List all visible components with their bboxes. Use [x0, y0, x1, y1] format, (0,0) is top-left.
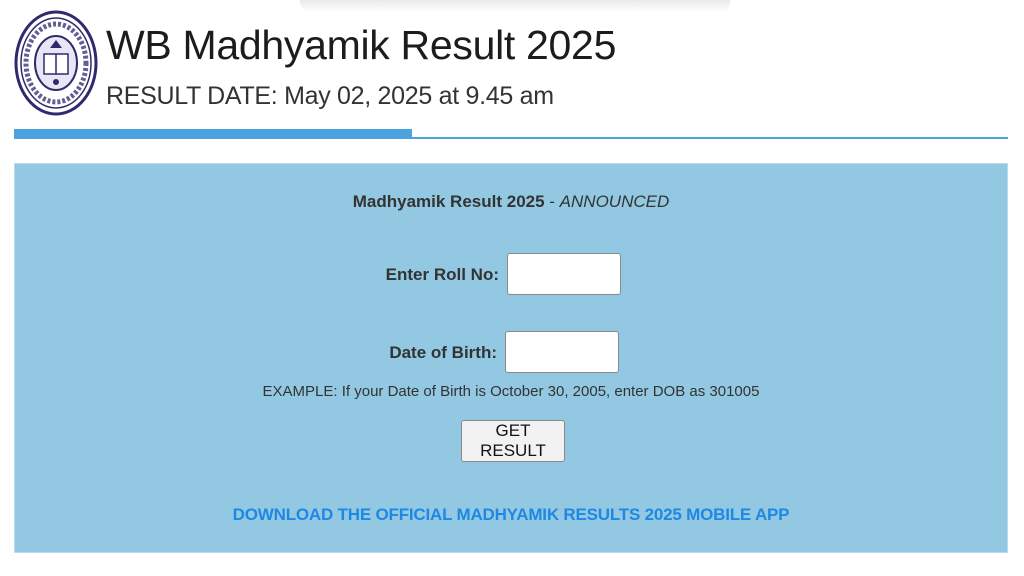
roll-number-label: Enter Roll No:: [385, 265, 499, 284]
dob-label: Date of Birth:: [389, 343, 497, 362]
download-app-link[interactable]: DOWNLOAD THE OFFICIAL MADHYAMIK RESULTS …: [15, 505, 1007, 525]
dob-input[interactable]: [505, 331, 619, 373]
page-title: WB Madhyamik Result 2025: [106, 22, 617, 68]
get-result-button[interactable]: GET RESULT: [461, 420, 565, 462]
roll-number-input[interactable]: [507, 253, 621, 295]
roll-number-row: Enter Roll No:: [15, 253, 1007, 297]
header-accent-bar: [14, 129, 412, 139]
form-heading-separator: -: [544, 192, 560, 211]
dob-row: Date of Birth:: [15, 331, 1007, 375]
wbbse-seal-logo-icon: [14, 10, 98, 116]
form-heading-status: ANNOUNCED: [559, 192, 670, 211]
form-heading: Madhyamik Result 2025 - ANNOUNCED: [15, 192, 1007, 212]
page: WB Madhyamik Result 2025 RESULT DATE: Ma…: [0, 0, 1024, 576]
form-heading-title: Madhyamik Result 2025: [352, 192, 545, 211]
header: WB Madhyamik Result 2025 RESULT DATE: Ma…: [14, 10, 1014, 120]
result-date: RESULT DATE: May 02, 2025 at 9.45 am: [106, 82, 554, 110]
result-form-panel: Madhyamik Result 2025 - ANNOUNCED Enter …: [14, 163, 1008, 553]
dob-example-hint: EXAMPLE: If your Date of Birth is Octobe…: [262, 383, 760, 400]
